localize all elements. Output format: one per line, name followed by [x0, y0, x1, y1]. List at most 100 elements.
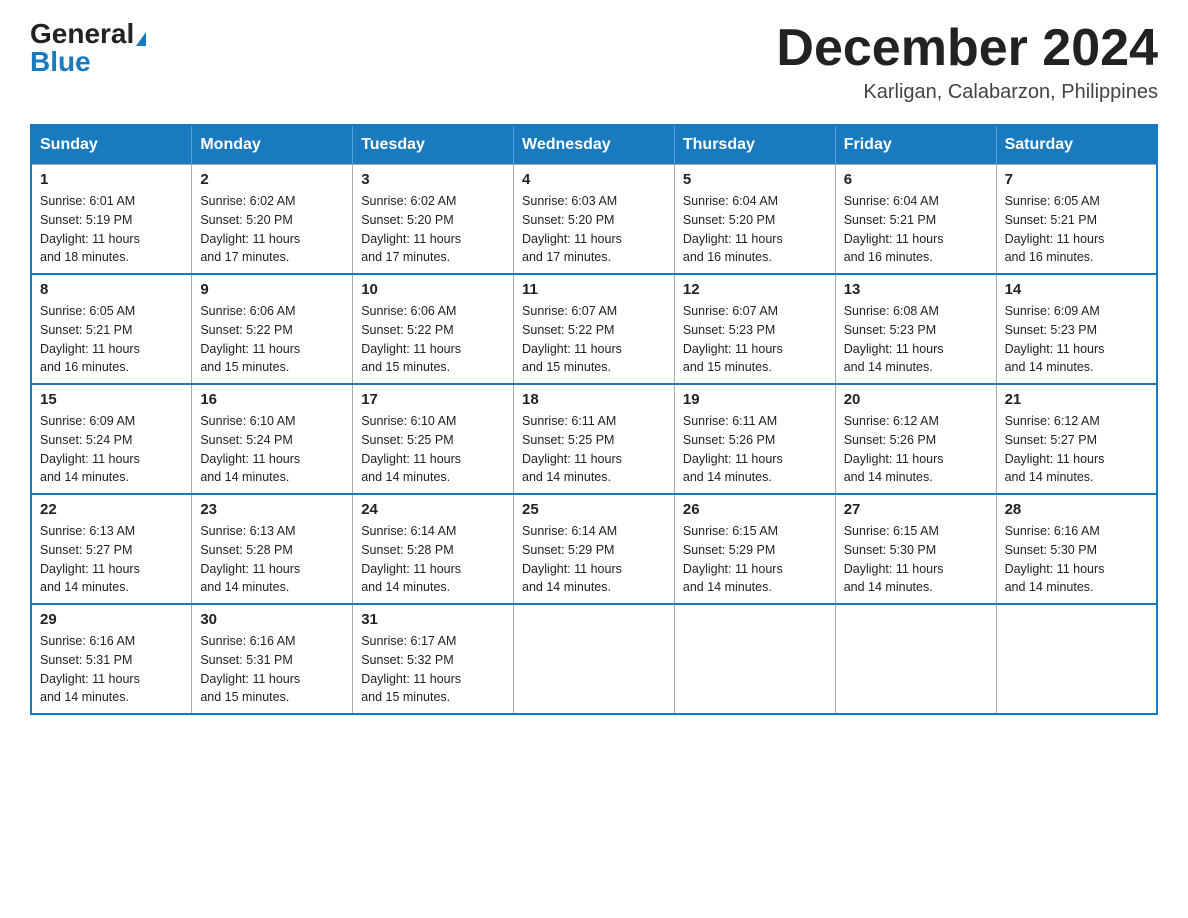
day-info: Sunrise: 6:10 AMSunset: 5:25 PMDaylight:…: [361, 412, 505, 487]
day-number: 25: [522, 501, 666, 518]
table-row: 17 Sunrise: 6:10 AMSunset: 5:25 PMDayligh…: [353, 384, 514, 494]
table-row: 31 Sunrise: 6:17 AMSunset: 5:32 PMDayligh…: [353, 604, 514, 714]
table-row: 12 Sunrise: 6:07 AMSunset: 5:23 PMDayligh…: [674, 274, 835, 384]
col-friday: Friday: [835, 125, 996, 165]
logo-line1: General: [30, 20, 146, 48]
calendar-header-row: Sunday Monday Tuesday Wednesday Thursday…: [31, 125, 1157, 165]
table-row: 20 Sunrise: 6:12 AMSunset: 5:26 PMDayligh…: [835, 384, 996, 494]
col-sunday: Sunday: [31, 125, 192, 165]
day-number: 22: [40, 501, 183, 518]
day-info: Sunrise: 6:05 AMSunset: 5:21 PMDaylight:…: [40, 302, 183, 377]
day-number: 8: [40, 281, 183, 298]
day-number: 4: [522, 171, 666, 188]
logo-blue-text: Blue: [30, 46, 91, 77]
table-row: 18Sunrise: 6:11 AMSunset: 5:25 PMDayligh…: [514, 384, 675, 494]
day-info: Sunrise: 6:16 AMSunset: 5:30 PMDaylight:…: [1005, 522, 1148, 597]
table-row: 6 Sunrise: 6:04 AMSunset: 5:21 PMDaylight…: [835, 165, 996, 275]
table-row: 7 Sunrise: 6:05 AMSunset: 5:21 PMDaylight…: [996, 165, 1157, 275]
table-row: [996, 604, 1157, 714]
day-info: Sunrise: 6:02 AMSunset: 5:20 PMDaylight:…: [200, 192, 344, 267]
day-info: Sunrise: 6:09 AMSunset: 5:23 PMDaylight:…: [1005, 302, 1148, 377]
day-number: 19: [683, 391, 827, 408]
table-row: 10 Sunrise: 6:06 AMSunset: 5:22 PMDayligh…: [353, 274, 514, 384]
table-row: [514, 604, 675, 714]
day-info: Sunrise: 6:12 AMSunset: 5:27 PMDaylight:…: [1005, 412, 1148, 487]
day-info: Sunrise: 6:02 AMSunset: 5:20 PMDaylight:…: [361, 192, 505, 267]
logo-triangle-icon: [136, 32, 146, 46]
day-number: 18: [522, 391, 666, 408]
table-row: 23 Sunrise: 6:13 AMSunset: 5:28 PMDayligh…: [192, 494, 353, 604]
table-row: 8 Sunrise: 6:05 AMSunset: 5:21 PMDaylight…: [31, 274, 192, 384]
day-number: 21: [1005, 391, 1148, 408]
day-number: 28: [1005, 501, 1148, 518]
day-info: Sunrise: 6:03 AMSunset: 5:20 PMDaylight:…: [522, 192, 666, 267]
day-number: 26: [683, 501, 827, 518]
month-title: December 2024: [776, 20, 1158, 77]
table-row: 4 Sunrise: 6:03 AMSunset: 5:20 PMDaylight…: [514, 165, 675, 275]
logo: General Blue: [30, 20, 146, 76]
day-number: 23: [200, 501, 344, 518]
day-info: Sunrise: 6:14 AMSunset: 5:29 PMDaylight:…: [522, 522, 666, 597]
day-info: Sunrise: 6:16 AMSunset: 5:31 PMDaylight:…: [40, 632, 183, 707]
day-info: Sunrise: 6:15 AMSunset: 5:29 PMDaylight:…: [683, 522, 827, 597]
table-row: 21 Sunrise: 6:12 AMSunset: 5:27 PMDayligh…: [996, 384, 1157, 494]
col-tuesday: Tuesday: [353, 125, 514, 165]
table-row: 28 Sunrise: 6:16 AMSunset: 5:30 PMDayligh…: [996, 494, 1157, 604]
calendar-table: Sunday Monday Tuesday Wednesday Thursday…: [30, 124, 1158, 715]
day-number: 5: [683, 171, 827, 188]
day-info: Sunrise: 6:06 AMSunset: 5:22 PMDaylight:…: [361, 302, 505, 377]
day-number: 17: [361, 391, 505, 408]
day-number: 1: [40, 171, 183, 188]
table-row: [835, 604, 996, 714]
table-row: 25 Sunrise: 6:14 AMSunset: 5:29 PMDayligh…: [514, 494, 675, 604]
day-number: 27: [844, 501, 988, 518]
day-number: 6: [844, 171, 988, 188]
col-wednesday: Wednesday: [514, 125, 675, 165]
day-number: 11: [522, 281, 666, 298]
day-number: 31: [361, 611, 505, 628]
col-thursday: Thursday: [674, 125, 835, 165]
day-info: Sunrise: 6:04 AMSunset: 5:21 PMDaylight:…: [844, 192, 988, 267]
day-number: 14: [1005, 281, 1148, 298]
day-info: Sunrise: 6:07 AMSunset: 5:22 PMDaylight:…: [522, 302, 666, 377]
location-text: Karligan, Calabarzon, Philippines: [776, 81, 1158, 104]
day-number: 3: [361, 171, 505, 188]
table-row: 5 Sunrise: 6:04 AMSunset: 5:20 PMDaylight…: [674, 165, 835, 275]
day-info: Sunrise: 6:16 AMSunset: 5:31 PMDaylight:…: [200, 632, 344, 707]
table-row: 9 Sunrise: 6:06 AMSunset: 5:22 PMDaylight…: [192, 274, 353, 384]
day-number: 7: [1005, 171, 1148, 188]
table-row: 27Sunrise: 6:15 AMSunset: 5:30 PMDayligh…: [835, 494, 996, 604]
day-number: 2: [200, 171, 344, 188]
table-row: 14 Sunrise: 6:09 AMSunset: 5:23 PMDayligh…: [996, 274, 1157, 384]
page-header: General Blue December 2024 Karligan, Cal…: [30, 20, 1158, 104]
day-number: 9: [200, 281, 344, 298]
day-info: Sunrise: 6:12 AMSunset: 5:26 PMDaylight:…: [844, 412, 988, 487]
table-row: 3 Sunrise: 6:02 AMSunset: 5:20 PMDaylight…: [353, 165, 514, 275]
table-row: 30 Sunrise: 6:16 AMSunset: 5:31 PMDayligh…: [192, 604, 353, 714]
day-info: Sunrise: 6:06 AMSunset: 5:22 PMDaylight:…: [200, 302, 344, 377]
day-info: Sunrise: 6:10 AMSunset: 5:24 PMDaylight:…: [200, 412, 344, 487]
table-row: 24Sunrise: 6:14 AMSunset: 5:28 PMDayligh…: [353, 494, 514, 604]
day-info: Sunrise: 6:07 AMSunset: 5:23 PMDaylight:…: [683, 302, 827, 377]
day-number: 20: [844, 391, 988, 408]
day-number: 30: [200, 611, 344, 628]
day-number: 10: [361, 281, 505, 298]
day-info: Sunrise: 6:11 AMSunset: 5:26 PMDaylight:…: [683, 412, 827, 487]
logo-line2: Blue: [30, 48, 91, 76]
day-info: Sunrise: 6:04 AMSunset: 5:20 PMDaylight:…: [683, 192, 827, 267]
table-row: 26 Sunrise: 6:15 AMSunset: 5:29 PMDayligh…: [674, 494, 835, 604]
day-number: 12: [683, 281, 827, 298]
day-info: Sunrise: 6:08 AMSunset: 5:23 PMDaylight:…: [844, 302, 988, 377]
title-block: December 2024 Karligan, Calabarzon, Phil…: [776, 20, 1158, 104]
table-row: 16Sunrise: 6:10 AMSunset: 5:24 PMDayligh…: [192, 384, 353, 494]
table-row: 22Sunrise: 6:13 AMSunset: 5:27 PMDayligh…: [31, 494, 192, 604]
table-row: 15Sunrise: 6:09 AMSunset: 5:24 PMDayligh…: [31, 384, 192, 494]
day-number: 29: [40, 611, 183, 628]
day-info: Sunrise: 6:09 AMSunset: 5:24 PMDaylight:…: [40, 412, 183, 487]
table-row: 19 Sunrise: 6:11 AMSunset: 5:26 PMDayligh…: [674, 384, 835, 494]
table-row: 1Sunrise: 6:01 AMSunset: 5:19 PMDaylight…: [31, 165, 192, 275]
day-info: Sunrise: 6:05 AMSunset: 5:21 PMDaylight:…: [1005, 192, 1148, 267]
day-info: Sunrise: 6:17 AMSunset: 5:32 PMDaylight:…: [361, 632, 505, 707]
table-row: 11 Sunrise: 6:07 AMSunset: 5:22 PMDayligh…: [514, 274, 675, 384]
day-info: Sunrise: 6:13 AMSunset: 5:28 PMDaylight:…: [200, 522, 344, 597]
